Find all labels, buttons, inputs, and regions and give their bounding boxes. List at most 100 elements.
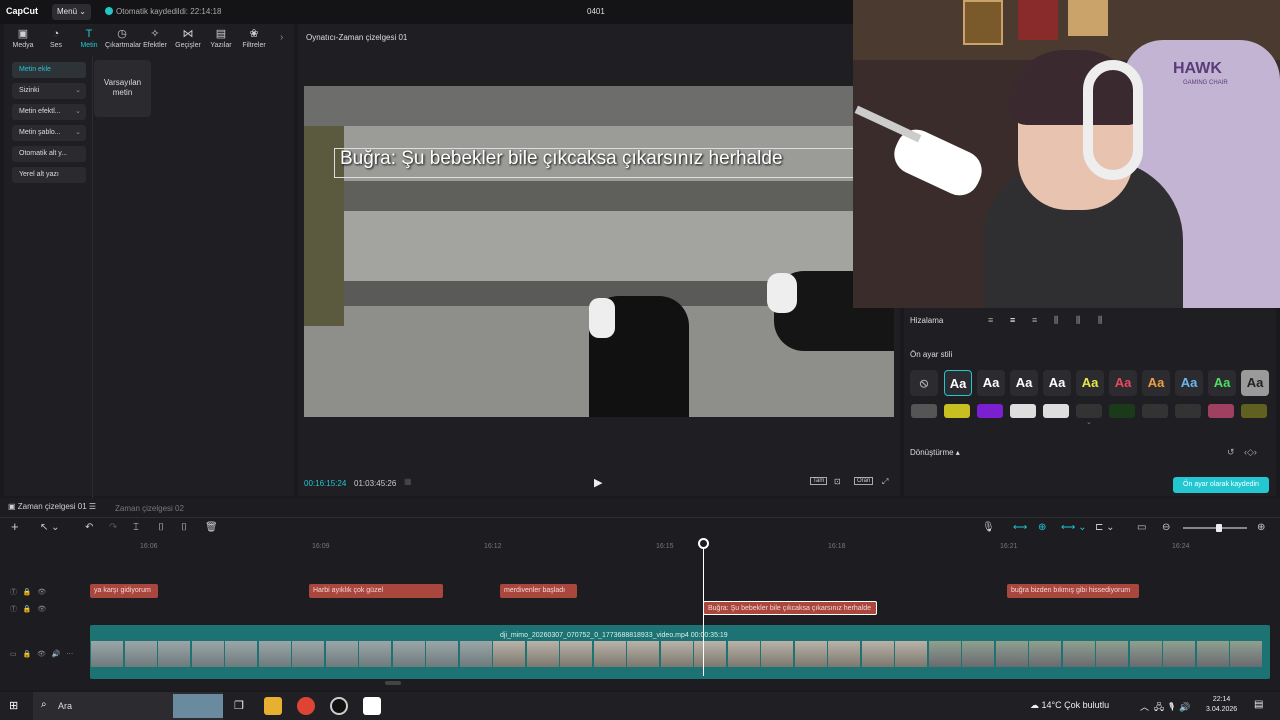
tab-efektler[interactable]: ✧ Efektler (138, 28, 172, 49)
capcut-icon[interactable] (363, 697, 381, 715)
preset-style-option[interactable] (1043, 404, 1069, 418)
start-icon[interactable]: ⊞ (9, 699, 18, 712)
zoom-slider-handle[interactable] (1216, 524, 1222, 532)
save-preset-button[interactable]: Ön ayar olarak kaydedin (1173, 477, 1269, 493)
left-menu-item[interactable]: Metin ekle (12, 62, 86, 78)
preset-style-option[interactable]: Aa (1175, 370, 1203, 396)
time-ruler[interactable]: 16:06 16:09 16:12 16:15 16:18 16:21 16:24 (90, 540, 1280, 554)
tab-çıkartmalar[interactable]: ◷ Çıkartmalar (105, 28, 141, 49)
default-text-preset[interactable]: Varsayılan metin (94, 60, 151, 117)
preview-axis-icon[interactable]: ⊏ ⌄ (1095, 522, 1115, 533)
split-right-icon[interactable]: ⌷ (181, 522, 187, 533)
preset-style-option[interactable] (1241, 404, 1267, 418)
preset-style-option[interactable]: Aa (1076, 370, 1104, 396)
left-menu-item[interactable]: Yerel alt yazı (12, 167, 86, 183)
preset-style-option[interactable]: Aa (1241, 370, 1269, 396)
left-menu-item[interactable]: Metin efektl... ⌄ (12, 104, 86, 120)
text-clip[interactable]: buğra bizden bıkmış gibi hissediyorum (1007, 584, 1139, 598)
text-clip-selected[interactable]: Buğra: Şu bebekler bile çıkcaksa çıkarsı… (703, 601, 877, 615)
timecode-grid-icon[interactable]: ▦ (404, 477, 412, 486)
record-audio-icon[interactable]: 🎙 (982, 522, 995, 533)
linkage-icon[interactable]: ⟷ ⌄ (1061, 522, 1087, 533)
preset-style-option[interactable]: Aa (1142, 370, 1170, 396)
preset-style-option[interactable]: Aa (1043, 370, 1071, 396)
tab-filtreler[interactable]: ❀ Filtreler (237, 28, 271, 49)
align-option-icon[interactable]: ≡ (1010, 315, 1015, 325)
zoom-slider[interactable] (1183, 527, 1247, 529)
preset-style-option[interactable] (1010, 404, 1036, 418)
playhead[interactable] (703, 542, 704, 676)
preset-style-option[interactable] (1109, 404, 1135, 418)
preset-style-option[interactable]: Aa (977, 370, 1005, 396)
tab-yazılar[interactable]: ▤ Yazılar (204, 28, 238, 49)
search-box[interactable]: ⌕ Ara (33, 692, 223, 720)
weather-widget[interactable]: ☁ 14°C Çok bulutlu (1030, 700, 1109, 711)
video-track-controls[interactable]: ▭ 🔒 👁 🔊 ⋯ (10, 650, 73, 658)
preset-style-option[interactable] (1208, 404, 1234, 418)
tab-metin[interactable]: T Metin (72, 28, 106, 49)
preset-style-option[interactable] (1175, 404, 1201, 418)
align-option-icon[interactable]: ⫼ (1054, 315, 1058, 326)
tab-ses[interactable]: ◔ Ses (39, 28, 73, 49)
split-icon[interactable]: ⌶ (133, 522, 139, 533)
preset-style-option[interactable] (911, 404, 937, 418)
tools-next-icon[interactable]: › (280, 32, 283, 43)
subtitle-text[interactable]: Buğra: Şu bebekler bile çıkcaksa çıkarsı… (340, 148, 783, 170)
chrome-icon[interactable] (297, 697, 315, 715)
timeline-scrollbar[interactable] (385, 681, 401, 685)
align-option-icon[interactable]: ⫼ (1076, 315, 1080, 326)
align-option-icon[interactable]: ≡ (988, 315, 993, 325)
left-menu-item[interactable]: Otomatik alt y... (12, 146, 86, 162)
align-option-icon[interactable]: ≡ (1032, 315, 1037, 325)
preset-style-option[interactable] (944, 404, 970, 418)
menu-button[interactable]: Menü ⌄ (52, 4, 91, 20)
reset-icon[interactable]: ↺ (1227, 447, 1235, 458)
notifications-icon[interactable]: ▤ (1254, 699, 1263, 710)
tab-medya[interactable]: ▣ Medya (6, 28, 40, 49)
expand-icon[interactable]: ⤢ (882, 477, 888, 487)
more-styles-icon[interactable]: ⌄ (1086, 418, 1092, 426)
preset-style-option[interactable]: Aa (944, 370, 972, 396)
auto-snap-icon[interactable]: ⊕ (1038, 522, 1046, 533)
main-track-magnet-icon[interactable]: ⟷ (1013, 522, 1027, 533)
video-preview[interactable]: Buğra: Şu bebekler bile çıkcaksa çıkarsı… (304, 86, 894, 417)
zoom-in-icon[interactable]: ⊕ (1257, 522, 1265, 533)
task-view-icon[interactable]: ❐ (234, 699, 244, 712)
fit-timeline-icon[interactable]: ▭ (1137, 522, 1146, 533)
tab-timeline-01[interactable]: ▣ Zaman çizelgesi 01 ☰ (8, 502, 96, 511)
text-clip[interactable]: merdivenler başladı (500, 584, 577, 598)
no-style-icon[interactable]: ⦸ (910, 370, 938, 396)
preset-style-option[interactable]: Aa (1109, 370, 1137, 396)
playhead-handle[interactable] (698, 538, 709, 549)
obs-icon[interactable] (330, 697, 348, 715)
undo-icon[interactable]: ↶ (85, 522, 93, 533)
tray-icons[interactable]: ︿ 🖧 🎙 🔊 (1140, 700, 1190, 716)
preset-style-option[interactable] (1142, 404, 1168, 418)
delete-icon[interactable]: 🗑 (205, 522, 218, 533)
keyframe-icon[interactable]: ‹◇› (1244, 447, 1257, 458)
preset-style-option[interactable] (977, 404, 1003, 418)
split-left-icon[interactable]: ⌷ (158, 522, 164, 533)
preset-style-option[interactable] (1076, 404, 1102, 418)
file-explorer-icon[interactable] (264, 697, 282, 715)
text-clip[interactable]: Harbi ayıklık çok güzel (309, 584, 443, 598)
zoom-out-icon[interactable]: ⊖ (1162, 522, 1170, 533)
snapshot-icon[interactable]: ⊡ (834, 477, 841, 486)
left-menu-item[interactable]: Metin şablo... ⌄ (12, 125, 86, 141)
add-icon[interactable]: + (11, 519, 19, 534)
left-menu-item[interactable]: Sizinki ⌄ (12, 83, 86, 99)
align-option-icon[interactable]: ⫼ (1098, 315, 1102, 326)
clock[interactable]: 22:14 3.04.2026 (1206, 695, 1237, 715)
redo-icon[interactable]: ↷ (109, 522, 117, 533)
aspect-ratio-button[interactable]: Oran (854, 477, 874, 485)
select-tool-icon[interactable]: ↖ ⌄ (40, 522, 60, 533)
text-track-2-controls[interactable]: Ⓣ 🔒 👁 (10, 604, 46, 614)
text-track-1-controls[interactable]: Ⓣ 🔒 👁 (10, 587, 46, 597)
fullscreen-mode-button[interactable]: Tam (810, 477, 828, 485)
preset-style-option[interactable]: Aa (1010, 370, 1038, 396)
play-icon[interactable]: ▶ (594, 476, 602, 489)
tab-timeline-02[interactable]: Zaman çizelgesi 02 (115, 504, 184, 513)
preset-style-option[interactable]: Aa (1208, 370, 1236, 396)
text-clip[interactable]: ya karşı gidiyorum (90, 584, 158, 598)
tab-geçişler[interactable]: ⋈ Geçişler (171, 28, 205, 49)
